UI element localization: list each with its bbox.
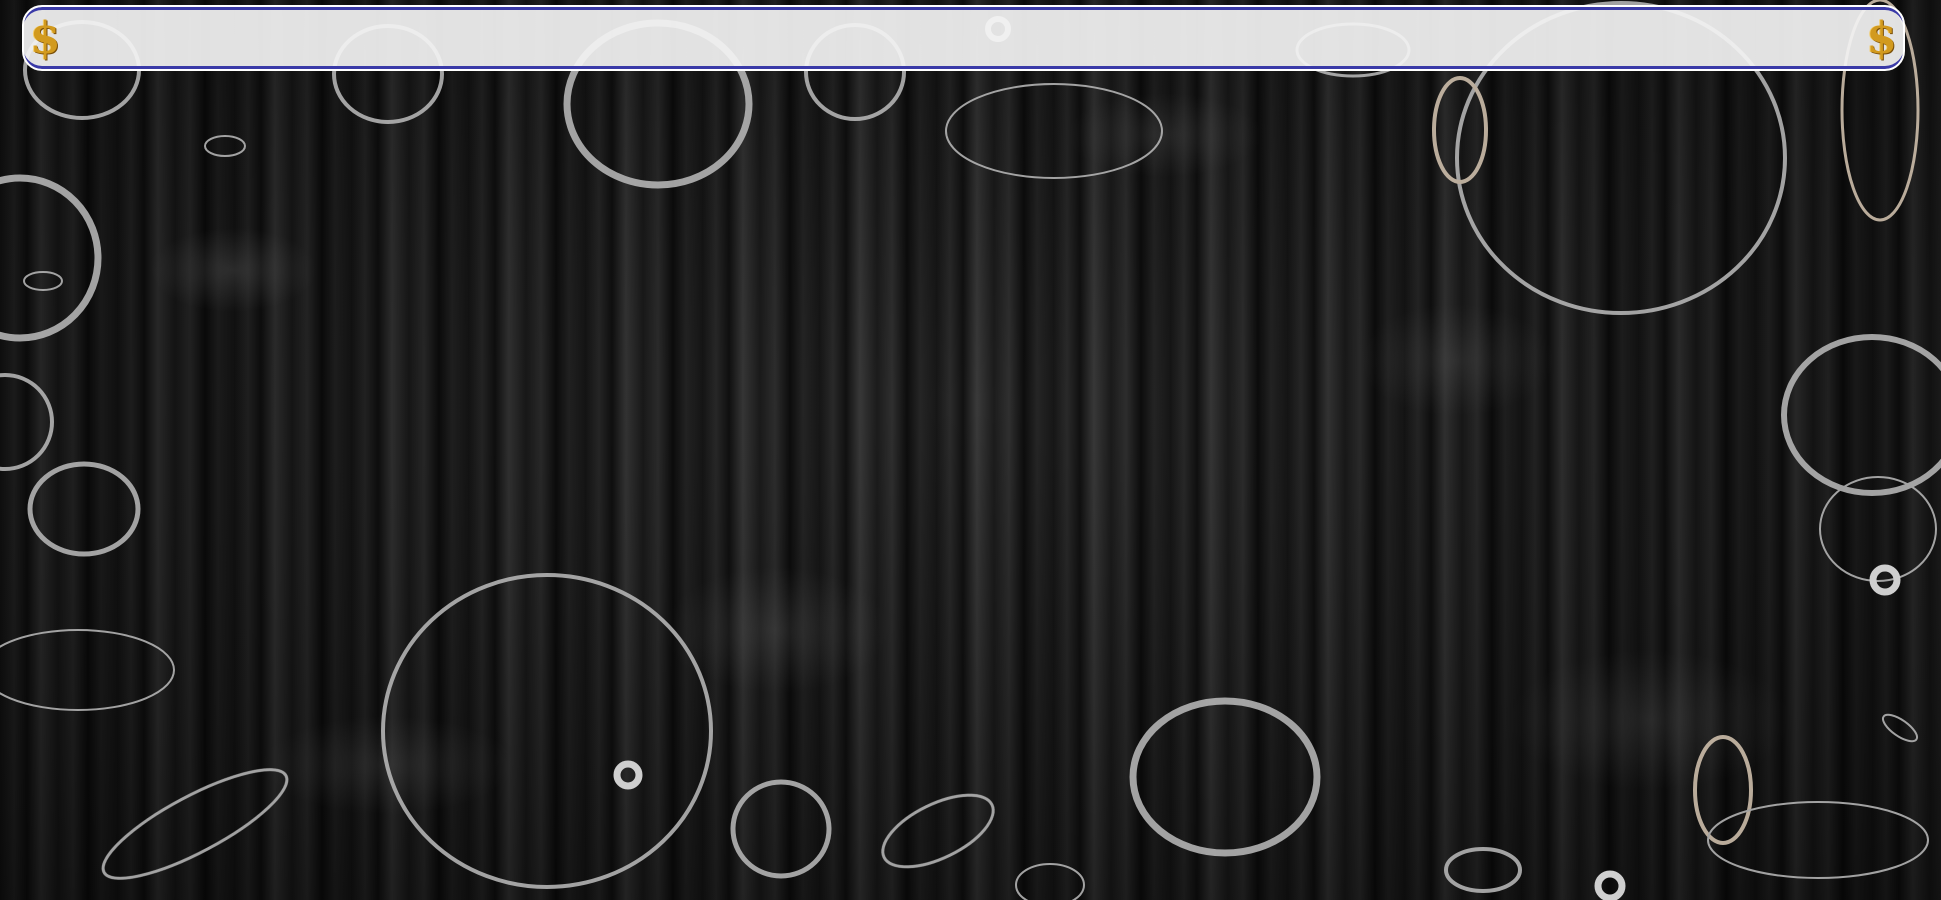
bubble	[1693, 735, 1753, 845]
bubble	[1444, 847, 1522, 893]
bubble	[945, 83, 1163, 179]
game-scene: $ $	[0, 0, 1941, 900]
bubble	[23, 271, 63, 291]
bubble	[1781, 334, 1941, 496]
bubble	[730, 779, 832, 879]
dollar-coin-icon: $	[30, 13, 61, 64]
bubble	[204, 135, 246, 157]
bubble	[881, 793, 995, 869]
bubble	[0, 629, 175, 711]
small-bubble	[1594, 870, 1626, 900]
bubble	[27, 461, 141, 557]
top-bar: $ $	[22, 5, 1905, 71]
dollar-coin-icon: $	[1866, 13, 1897, 64]
bubble	[1707, 801, 1929, 879]
bubble	[1015, 863, 1085, 900]
bubble-layer	[0, 0, 1941, 900]
bubble	[1129, 697, 1321, 857]
bubble	[0, 174, 102, 342]
bubble	[0, 373, 54, 471]
bubble	[1881, 713, 1919, 743]
small-bubble	[613, 760, 643, 790]
bubble	[101, 768, 289, 880]
bubble	[381, 573, 713, 889]
